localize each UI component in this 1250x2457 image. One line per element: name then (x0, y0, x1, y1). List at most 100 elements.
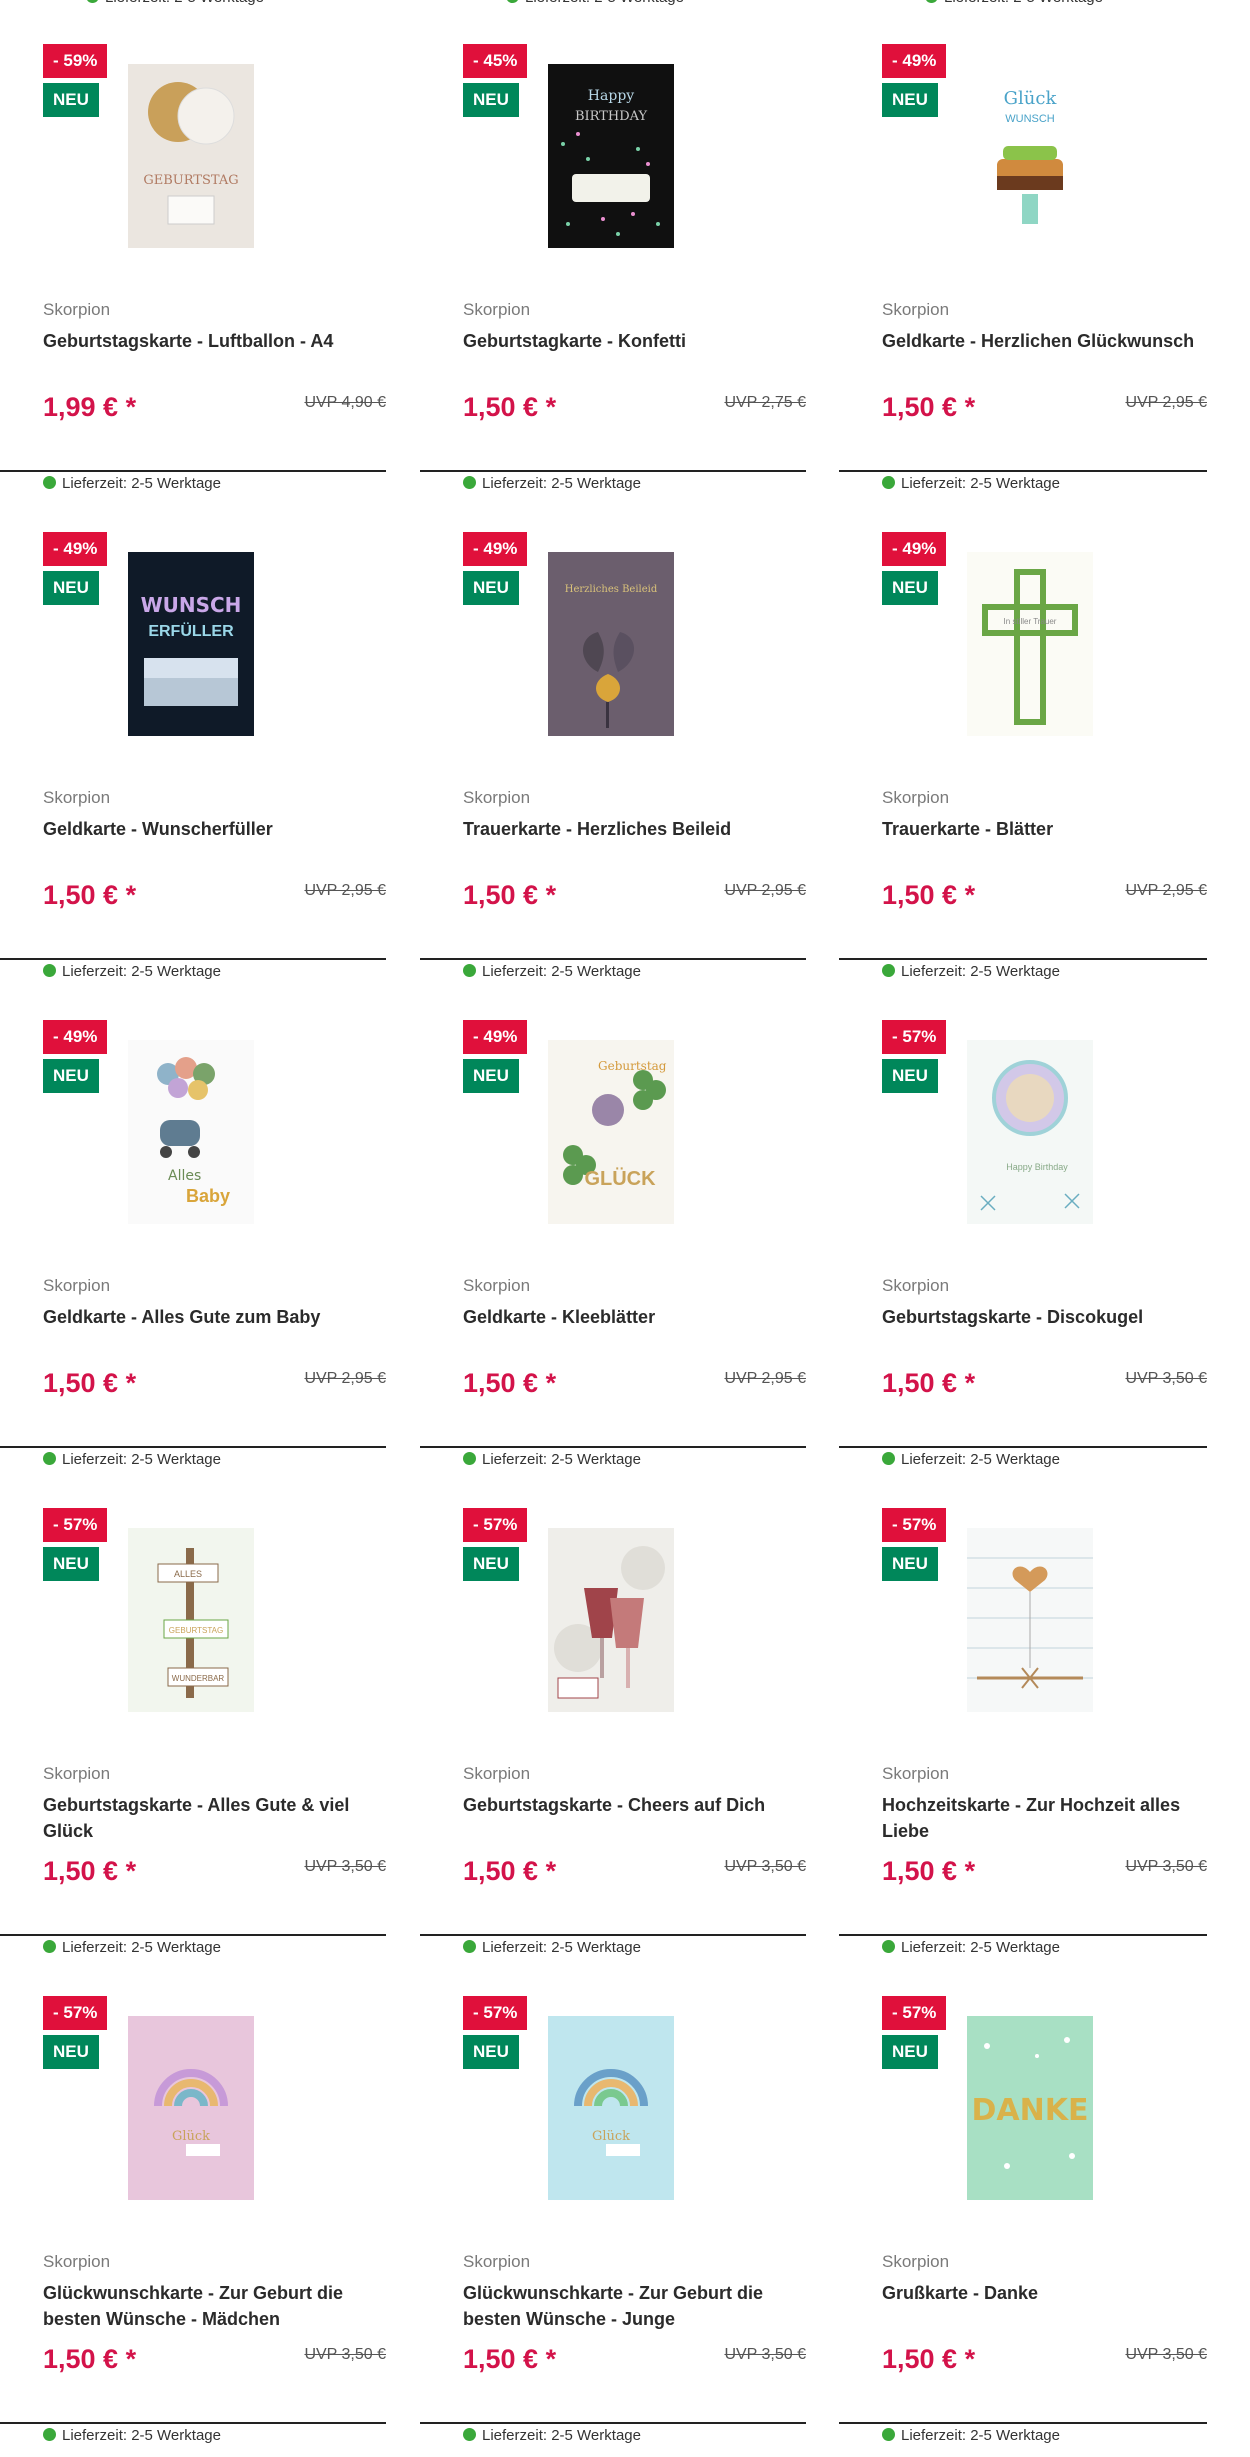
product-card[interactable]: - 57% NEU Skorpion Hochzeitskarte - Zur Hoc… (839, 1464, 1207, 1956)
discount-badge: - 57% (882, 1996, 947, 2030)
card-divider (0, 1934, 386, 1936)
product-card[interactable]: - 57% NEU Skorpion Geburtstagskarte - Cheer… (420, 1464, 806, 1956)
delivery-info: Lieferzeit: 2-5 Werktage (43, 2426, 221, 2446)
product-uvp-price: UVP 3,50 € (1125, 1858, 1207, 1875)
product-uvp-price: UVP 3,50 € (304, 2346, 386, 2363)
product-image[interactable]: Alles Baby (128, 1040, 254, 1224)
product-card[interactable]: - 57% NEU Glück Skorpion Glückwunschkarte - … (420, 1952, 806, 2444)
product-title-link[interactable]: Glückwunschkarte - Zur Geburt die besten… (43, 2280, 373, 2332)
product-title-link[interactable]: Geldkarte - Herzlichen Glückwunsch (882, 328, 1212, 354)
svg-text:Happy Birthday: Happy Birthday (1006, 1162, 1068, 1172)
svg-text:GEBURTSTAG: GEBURTSTAG (143, 173, 238, 188)
product-title-link[interactable]: Geldkarte - Kleeblätter (463, 1304, 793, 1330)
svg-text:GEBURTSTAG: GEBURTSTAG (169, 1626, 223, 1635)
product-title-link[interactable]: Geburtstagskarte - Alles Gute & viel Glü… (43, 1792, 373, 1844)
svg-text:DANKE: DANKE (972, 2093, 1089, 2128)
rainbow-blue-card: Glück (548, 2016, 674, 2200)
product-title-link[interactable]: Geburtstagkarte - Konfetti (463, 328, 793, 354)
product-uvp-price: UVP 2,95 € (304, 882, 386, 899)
svg-text:Herzliches Beileid: Herzliches Beileid (565, 584, 658, 595)
svg-text:Baby: Baby (186, 1186, 230, 1206)
product-card[interactable]: - 57% NEU DANKE Skorpion Grußkarte - Danke 1,… (839, 1952, 1207, 2444)
product-title-link[interactable]: Trauerkarte - Herzliches Beileid (463, 816, 793, 842)
svg-text:Glück: Glück (172, 2129, 210, 2144)
in-stock-dot-icon (882, 2428, 895, 2441)
card-divider (420, 958, 806, 960)
product-image[interactable]: GEBURTSTAG (128, 64, 254, 248)
product-brand: Skorpion (43, 788, 111, 807)
discount-badge: - 59% (43, 44, 108, 78)
new-badge: NEU (463, 571, 519, 605)
discount-badge: - 49% (882, 532, 947, 566)
product-card[interactable]: - 49% NEU Alles Baby Skorpion Geldkarte - All… (0, 976, 386, 1468)
product-card[interactable]: - 45% NEU Happy BIRTHDAY Skorpion Geburtstagk… (420, 0, 806, 492)
product-uvp-price: UVP 3,50 € (1125, 1370, 1207, 1387)
product-image[interactable]: Glück (128, 2016, 254, 2200)
signpost-card: ALLES GEBURTSTAG WUNDERBAR (128, 1528, 254, 1712)
product-card[interactable]: - 57% NEU Glück Skorpion Glückwunschkarte - … (0, 1952, 386, 2444)
product-card[interactable]: - 49% NEU Glück WUNSCH Skorpion Geldkarte - H… (839, 0, 1207, 492)
svg-text:ALLES: ALLES (174, 1569, 202, 1579)
product-brand: Skorpion (43, 1764, 111, 1783)
card-divider (420, 2422, 806, 2424)
product-image[interactable]: In stiller Trauer (967, 552, 1093, 736)
product-image[interactable]: DANKE (967, 2016, 1093, 2200)
product-card[interactable]: - 49% NEU In stiller Trauer Skorpion Trauerk… (839, 488, 1207, 980)
product-card[interactable]: - 59% NEU GEBURTSTAG Skorpion Geburtstagskar… (0, 0, 386, 492)
heart-card (967, 1528, 1093, 1712)
product-price: 1,50 € * (882, 880, 976, 910)
card-divider (0, 958, 386, 960)
product-image[interactable]: Glück WUNSCH (967, 64, 1093, 248)
in-stock-dot-icon (43, 2428, 56, 2441)
card-divider (420, 1934, 806, 1936)
product-title-link[interactable]: Geldkarte - Wunscherfüller (43, 816, 373, 842)
product-card[interactable]: - 49% NEU Herzliches Beileid Skorpion Trauer… (420, 488, 806, 980)
in-stock-dot-icon (463, 2428, 476, 2441)
rainbow-pink-card: Glück (128, 2016, 254, 2200)
product-uvp-price: UVP 2,95 € (1125, 394, 1207, 411)
discount-badge: - 57% (43, 1996, 108, 2030)
new-badge: NEU (463, 1059, 519, 1093)
product-title-link[interactable]: Geldkarte - Alles Gute zum Baby (43, 1304, 373, 1330)
product-image[interactable]: Geburtstag GLÜCK (548, 1040, 674, 1224)
delivery-info: Lieferzeit: 2-5 Werktage (463, 2426, 641, 2446)
product-title-link[interactable]: Geburtstagskarte - Luftballon - A4 (43, 328, 373, 354)
product-image[interactable]: Happy Birthday (967, 1040, 1093, 1224)
product-title-link[interactable]: Hochzeitskarte - Zur Hochzeit alles Lieb… (882, 1792, 1212, 1844)
product-card[interactable]: - 57% NEU ALLES GEBURTSTAG WUNDERBAR Skorpion… (0, 1464, 386, 1956)
product-image[interactable] (967, 1528, 1093, 1712)
product-image[interactable]: Glück (548, 2016, 674, 2200)
product-image[interactable]: Herzliches Beileid (548, 552, 674, 736)
product-title-link[interactable]: Geburtstagskarte - Discokugel (882, 1304, 1212, 1330)
product-price: 1,50 € * (882, 1856, 976, 1886)
product-image[interactable] (548, 1528, 674, 1712)
new-badge: NEU (882, 1059, 938, 1093)
delivery-text: Lieferzeit: 2-5 Werktage (62, 2427, 221, 2444)
product-price: 1,50 € * (463, 1856, 557, 1886)
product-card[interactable]: - 49% NEU Geburtstag GLÜCK Skorpion Geldkarte… (420, 976, 806, 1468)
svg-text:Alles: Alles (168, 1168, 201, 1184)
new-badge: NEU (43, 1059, 99, 1093)
product-brand: Skorpion (882, 300, 950, 319)
cross-card: In stiller Trauer (967, 552, 1093, 736)
product-image[interactable]: Happy BIRTHDAY (548, 64, 674, 248)
discount-badge: - 49% (43, 532, 108, 566)
product-title-link[interactable]: Glückwunschkarte - Zur Geburt die besten… (463, 2280, 793, 2332)
discount-badge: - 45% (463, 44, 528, 78)
product-brand: Skorpion (463, 1276, 531, 1295)
product-title-link[interactable]: Geburtstagskarte - Cheers auf Dich (463, 1792, 793, 1818)
product-uvp-price: UVP 2,95 € (1125, 882, 1207, 899)
svg-text:WUNSCH: WUNSCH (141, 593, 242, 617)
product-title-link[interactable]: Grußkarte - Danke (882, 2280, 1212, 2306)
product-image[interactable]: ALLES GEBURTSTAG WUNDERBAR (128, 1528, 254, 1712)
product-uvp-price: UVP 2,95 € (724, 1370, 806, 1387)
product-image[interactable]: WUNSCH ERFÜLLER (128, 552, 254, 736)
product-title-link[interactable]: Trauerkarte - Blätter (882, 816, 1212, 842)
product-price: 1,50 € * (43, 2344, 137, 2374)
product-price: 1,50 € * (463, 1368, 557, 1398)
product-card[interactable]: - 49% NEU WUNSCH ERFÜLLER Skorpion Geldkarte … (0, 488, 386, 980)
product-price: 1,50 € * (463, 392, 557, 422)
new-badge: NEU (463, 1547, 519, 1581)
product-price: 1,50 € * (882, 392, 976, 422)
product-card[interactable]: - 57% NEU Happy Birthday Skorpion Geburtstag… (839, 976, 1207, 1468)
